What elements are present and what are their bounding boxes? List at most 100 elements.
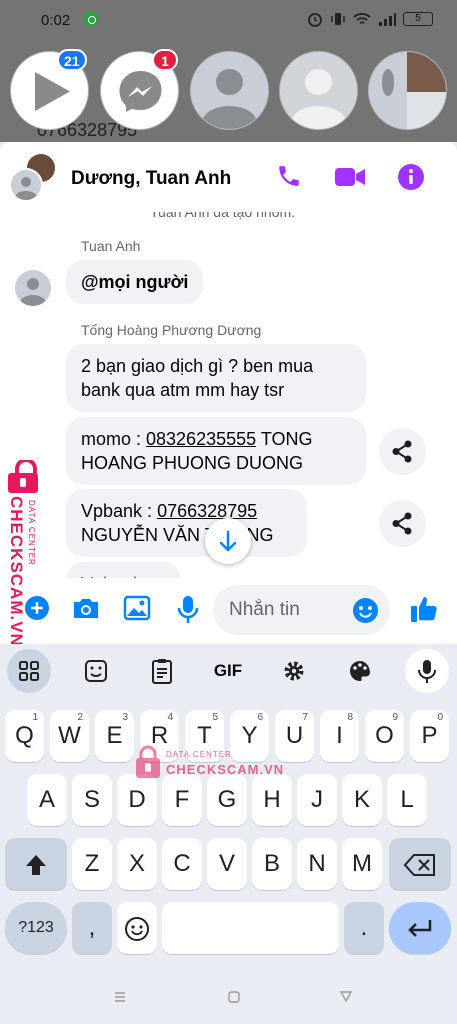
signal-icon [379, 13, 396, 26]
shift-key[interactable] [5, 838, 67, 890]
alarm-icon [308, 13, 322, 27]
key-c[interactable]: C [162, 838, 202, 890]
share-button[interactable] [379, 428, 426, 475]
key-g[interactable]: G [207, 774, 247, 826]
key-x[interactable]: X [117, 838, 157, 890]
watermark: DATA CENTER CHECKSCAM.VN [134, 744, 294, 780]
phone-icon[interactable] [276, 163, 302, 189]
share-button[interactable] [379, 500, 426, 547]
sticker-icon[interactable] [74, 649, 118, 693]
shield-icon [84, 12, 98, 27]
enter-icon [408, 919, 432, 937]
avatar[interactable] [15, 270, 51, 306]
key-v[interactable]: V [207, 838, 247, 890]
scroll-to-bottom-button[interactable] [205, 518, 251, 564]
battery-icon: 5 [403, 12, 433, 26]
watermark-subtitle: DATA CENTER [27, 500, 36, 566]
enter-key[interactable] [389, 902, 451, 954]
keyboard-toolbar: GIF [0, 644, 457, 700]
wifi-icon [353, 13, 371, 24]
person-icon [216, 68, 243, 96]
key-n[interactable]: N [297, 838, 337, 890]
period-key[interactable]: . [344, 902, 384, 954]
photo-icon[interactable] [123, 595, 151, 621]
key-b[interactable]: B [252, 838, 292, 890]
key-p[interactable]: P0 [410, 710, 449, 762]
comma-key[interactable]: , [72, 902, 112, 954]
message-bubble[interactable]: 2 bạn giao dịch gì ? ben mua bank qua at… [66, 344, 366, 412]
like-icon[interactable] [409, 594, 439, 624]
status-time: 0:02 [41, 12, 71, 29]
microphone-icon [418, 660, 436, 683]
chat-head-badge: 21 [57, 49, 87, 71]
key-d[interactable]: D [117, 774, 157, 826]
message-bubble[interactable]: Vpbank : 0766328795 NGUYỄN VĂN TƯỜNG [66, 489, 307, 557]
key-h[interactable]: H [252, 774, 292, 826]
key-w[interactable]: W2 [50, 710, 89, 762]
watermark-subtitle: DATA CENTER [166, 750, 232, 759]
key-o[interactable]: O9 [365, 710, 404, 762]
key-l[interactable]: L [387, 774, 427, 826]
message-bubble[interactable]: Vpbank : ... [66, 562, 181, 578]
message-bubble[interactable]: @mọi người [66, 260, 204, 304]
key-a[interactable]: A [27, 774, 67, 826]
key-j[interactable]: J [297, 774, 337, 826]
chat-header: Dương, Tuan Anh [0, 142, 457, 212]
avatar [407, 52, 446, 92]
key-e[interactable]: E3 [95, 710, 134, 762]
voice-input-button[interactable] [405, 649, 449, 693]
key-q[interactable]: Q1 [5, 710, 44, 762]
person-icon [381, 69, 395, 97]
backspace-key[interactable] [389, 838, 451, 890]
backspace-icon [403, 853, 435, 876]
lock-icon [136, 745, 160, 778]
space-key[interactable] [162, 902, 339, 954]
message-bubble[interactable]: momo : 08326235555 TONG HOANG PHUONG DUO… [66, 417, 366, 485]
emoji-icon[interactable] [352, 597, 379, 624]
back-icon[interactable] [340, 991, 352, 1002]
system-message: Tuan Anh đã tạo nhóm. [150, 212, 296, 220]
message-text: Vpbank : [81, 501, 158, 521]
key-k[interactable]: K [342, 774, 382, 826]
grid-icon [19, 661, 39, 681]
symbols-key[interactable]: ?123 [5, 902, 67, 954]
gif-button[interactable]: GIF [206, 649, 250, 693]
emoji-icon [125, 916, 149, 941]
menu-icon[interactable] [114, 992, 126, 1002]
share-icon [392, 512, 412, 535]
settings-icon[interactable] [272, 649, 316, 693]
video-camera-icon[interactable] [334, 163, 366, 191]
key-m[interactable]: M [342, 838, 382, 890]
apps-grid-button[interactable] [7, 649, 51, 693]
camera-icon[interactable] [71, 595, 101, 621]
phone-number-link[interactable]: 08326235555 [146, 429, 256, 449]
message-composer [0, 578, 457, 644]
home-icon[interactable] [228, 991, 240, 1003]
arrow-down-icon [219, 530, 237, 552]
sender-name: Tuan Anh [81, 238, 141, 254]
palette-icon[interactable] [338, 649, 382, 693]
chat-head-group[interactable] [368, 51, 447, 130]
chat-head-contact[interactable] [279, 51, 358, 130]
microphone-icon[interactable] [177, 595, 199, 625]
watermark-brand: CHECKSCAM.VN [166, 762, 285, 777]
shift-icon [26, 854, 46, 875]
clipboard-icon[interactable] [140, 649, 184, 693]
key-f[interactable]: F [162, 774, 202, 826]
avatar [9, 168, 43, 202]
key-s[interactable]: S [72, 774, 112, 826]
status-icons: 5 [307, 11, 433, 27]
share-icon [392, 440, 412, 463]
person-icon [20, 176, 32, 187]
watermark: CHECKSCAM.VN DATA CENTER [0, 460, 48, 660]
conversation-title[interactable]: Dương, Tuan Anh [71, 168, 231, 190]
chat-head-contact[interactable] [190, 51, 269, 130]
emoji-key[interactable] [117, 902, 157, 954]
person-icon [26, 277, 40, 291]
message-list[interactable]: Tuan Anh đã tạo nhóm. Tuan Anh @mọi ngườ… [0, 212, 457, 578]
system-nav-bar [0, 968, 457, 1024]
key-i[interactable]: I8 [320, 710, 359, 762]
info-icon[interactable] [397, 163, 425, 191]
key-z[interactable]: Z [72, 838, 112, 890]
chat-head-badge: 1 [152, 49, 178, 71]
